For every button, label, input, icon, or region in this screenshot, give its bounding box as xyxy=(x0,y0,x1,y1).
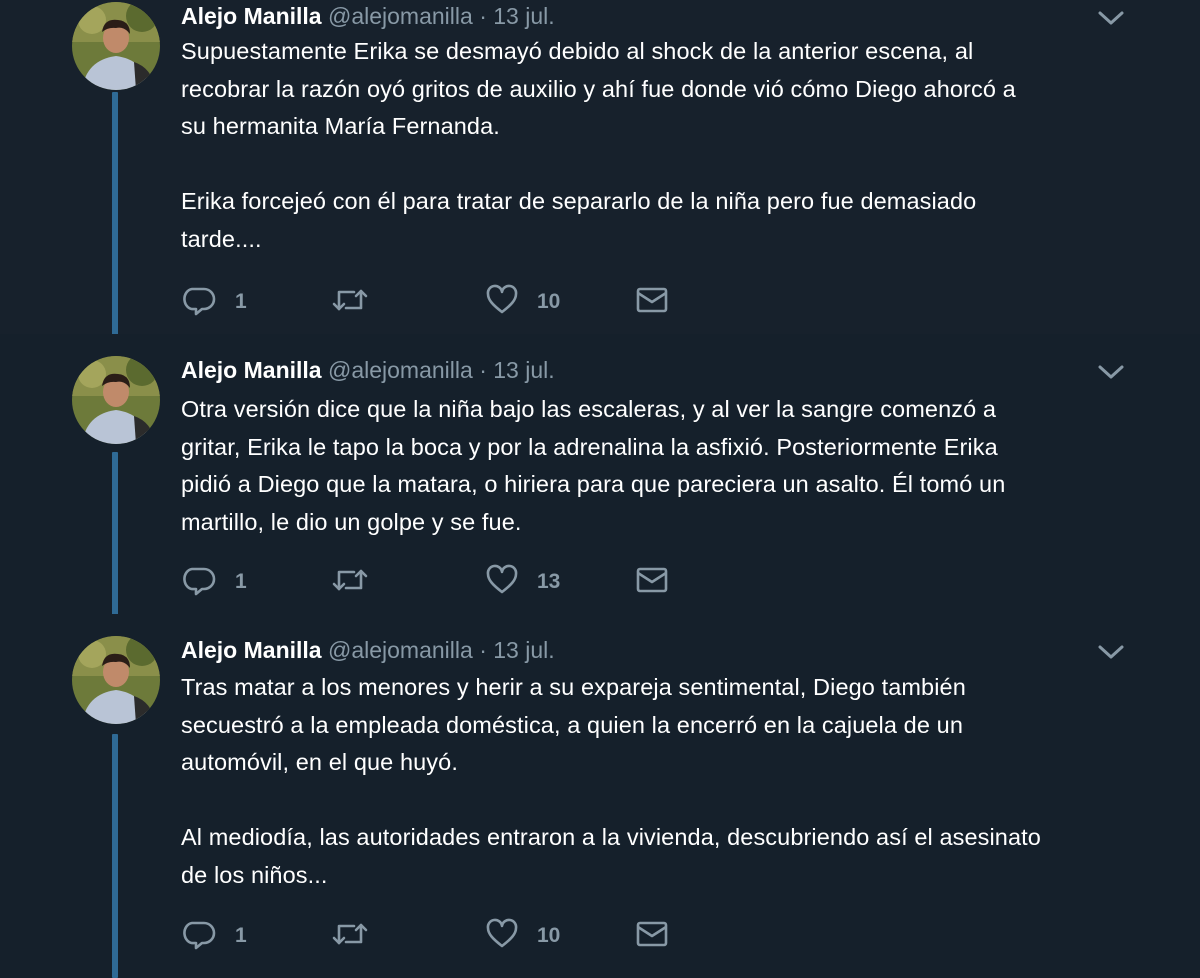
retweet-button[interactable] xyxy=(331,565,369,599)
author-name[interactable]: Alejo Manilla xyxy=(181,357,322,383)
envelope-icon xyxy=(635,563,669,602)
tweet-actions: 1 10 xyxy=(183,917,683,956)
chevron-down-icon[interactable] xyxy=(1096,362,1126,382)
chevron-down-icon[interactable] xyxy=(1096,642,1126,662)
avatar[interactable] xyxy=(72,2,160,90)
message-button[interactable] xyxy=(635,285,669,319)
reply-icon xyxy=(183,283,217,322)
tweet[interactable]: Alejo Manilla @alejomanilla · 13 jul. Tr… xyxy=(0,614,1200,978)
thread-line xyxy=(112,734,118,978)
tweet-header: Alejo Manilla @alejomanilla · 13 jul. xyxy=(181,1,555,31)
reply-button[interactable]: 1 xyxy=(183,919,247,953)
message-button[interactable] xyxy=(635,565,669,599)
reply-icon xyxy=(183,563,217,602)
tweet-date[interactable]: 13 jul. xyxy=(493,357,554,383)
reply-button[interactable]: 1 xyxy=(183,565,247,599)
message-button[interactable] xyxy=(635,919,669,953)
tweet-actions: 1 13 xyxy=(183,563,683,602)
tweet-text: Otra versión dice que la niña bajo las e… xyxy=(181,396,1006,535)
envelope-icon xyxy=(635,283,669,322)
like-count: 13 xyxy=(537,570,561,593)
heart-icon xyxy=(485,563,519,602)
heart-icon xyxy=(485,283,519,322)
heart-icon xyxy=(485,917,519,956)
retweet-icon xyxy=(331,563,369,602)
retweet-icon xyxy=(331,917,369,956)
reply-count: 1 xyxy=(235,924,247,947)
tweet-actions: 1 10 xyxy=(183,283,683,322)
avatar[interactable] xyxy=(72,636,160,724)
reply-icon xyxy=(183,917,217,956)
tweet-text: Tras matar a los menores y herir a su ex… xyxy=(181,674,1041,888)
like-button[interactable]: 10 xyxy=(485,917,561,956)
tweet[interactable]: Alejo Manilla @alejomanilla · 13 jul. Su… xyxy=(0,0,1200,342)
like-count: 10 xyxy=(537,924,561,947)
tweet-date[interactable]: 13 jul. xyxy=(493,637,554,663)
like-count: 10 xyxy=(537,290,561,313)
thread-line xyxy=(112,452,118,627)
tweet-header: Alejo Manilla @alejomanilla · 13 jul. xyxy=(181,355,555,385)
like-button[interactable]: 10 xyxy=(485,283,561,322)
retweet-button[interactable] xyxy=(331,919,369,953)
author-handle[interactable]: @alejomanilla xyxy=(328,357,473,383)
tweet-thread: Alejo Manilla @alejomanilla · 13 jul. Su… xyxy=(0,0,1200,978)
author-name[interactable]: Alejo Manilla xyxy=(181,3,322,29)
tweet-header: Alejo Manilla @alejomanilla · 13 jul. xyxy=(181,635,555,665)
retweet-button[interactable] xyxy=(331,285,369,319)
tweet[interactable]: Alejo Manilla @alejomanilla · 13 jul. Ot… xyxy=(0,334,1200,627)
thread-line xyxy=(112,92,118,342)
tweet-date[interactable]: 13 jul. xyxy=(493,3,554,29)
avatar[interactable] xyxy=(72,356,160,444)
reply-count: 1 xyxy=(235,290,247,313)
tweet-text: Supuestamente Erika se desmayó debido al… xyxy=(181,38,1016,252)
reply-button[interactable]: 1 xyxy=(183,285,247,319)
separator: · xyxy=(479,637,487,663)
like-button[interactable]: 13 xyxy=(485,563,561,602)
separator: · xyxy=(479,357,487,383)
retweet-icon xyxy=(331,283,369,322)
chevron-down-icon[interactable] xyxy=(1096,8,1126,28)
author-name[interactable]: Alejo Manilla xyxy=(181,637,322,663)
reply-count: 1 xyxy=(235,570,247,593)
separator: · xyxy=(479,3,487,29)
envelope-icon xyxy=(635,917,669,956)
author-handle[interactable]: @alejomanilla xyxy=(328,637,473,663)
author-handle[interactable]: @alejomanilla xyxy=(328,3,473,29)
